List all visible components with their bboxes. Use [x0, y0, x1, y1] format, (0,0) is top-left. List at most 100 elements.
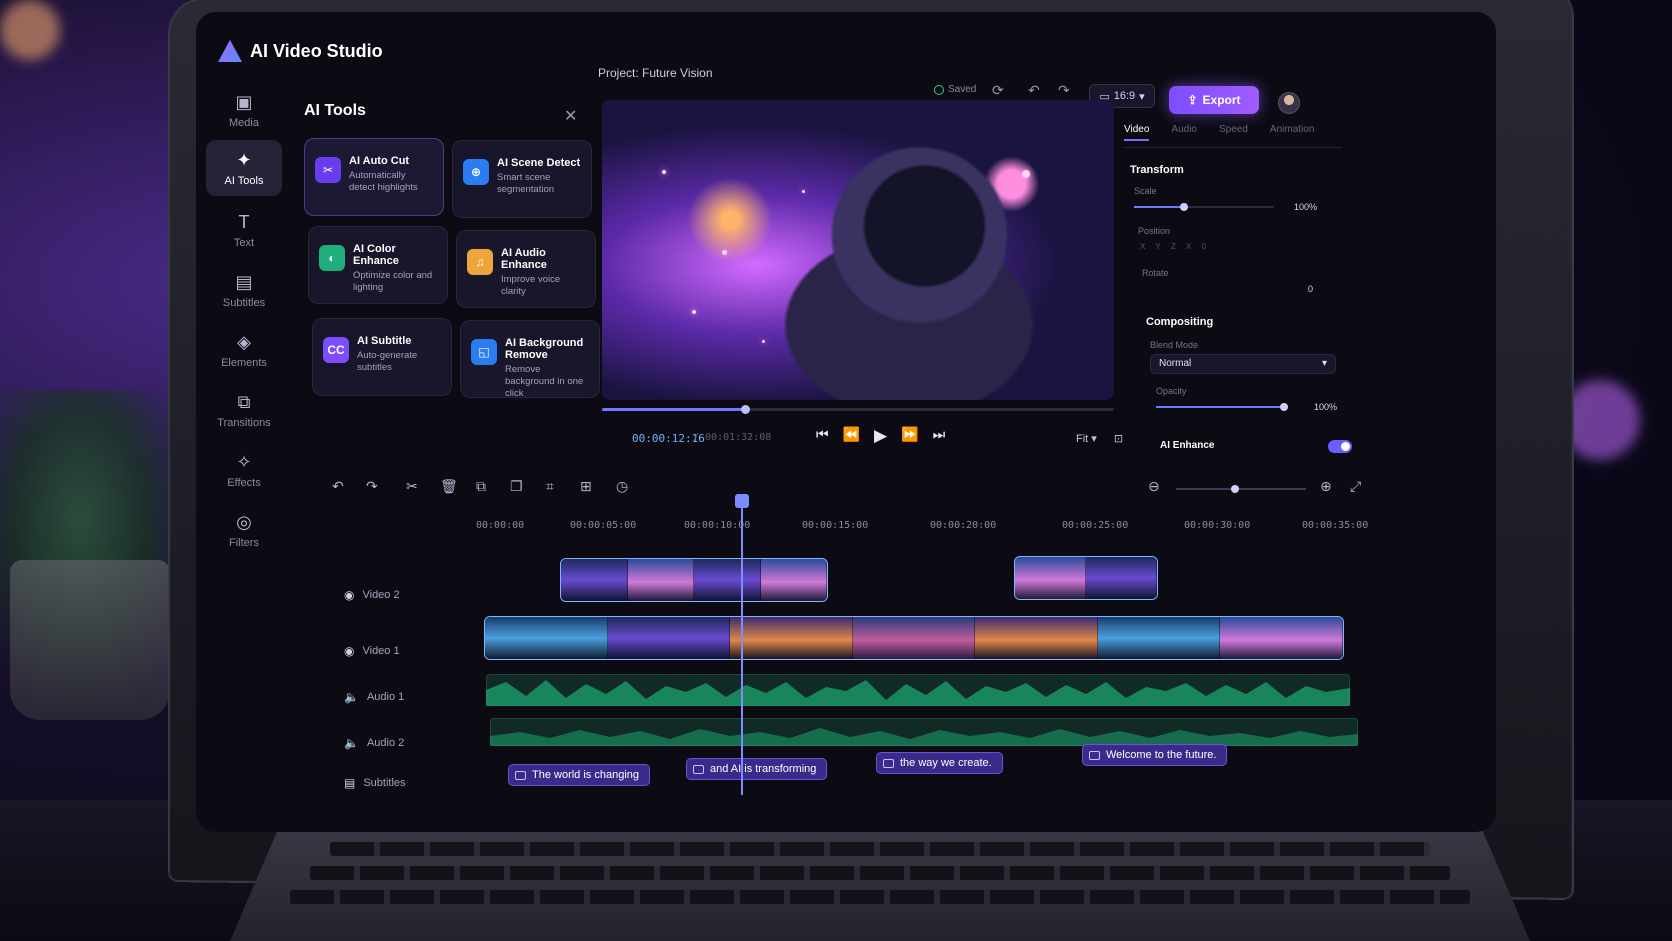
app-name: AI Video Studio [250, 40, 383, 61]
track-audio-2[interactable]: 🔈 Audio 2 [344, 736, 404, 750]
slider-knob[interactable] [1280, 403, 1288, 411]
speaker-icon[interactable]: 🔈 [344, 690, 359, 704]
properties-panel: Video Audio Speed Animation Transform Sc… [1124, 124, 1352, 464]
subtitle-chip[interactable]: and AI is transforming [686, 758, 828, 780]
speaker-icon[interactable]: 🔈 [344, 736, 359, 750]
zoom-out-icon[interactable]: ⊖ [1148, 478, 1160, 495]
transform-title: Transform [1130, 164, 1184, 176]
scale-value[interactable]: 100% [1294, 202, 1317, 212]
step-back-icon[interactable]: ⏪ [843, 426, 860, 446]
speed-icon[interactable]: ◷ [616, 478, 628, 495]
rail-item-effects[interactable]: ✧ Effects [206, 442, 282, 498]
clip-frame [852, 617, 976, 659]
sparkle [1022, 170, 1030, 178]
play-icon[interactable]: ▶ [874, 426, 887, 446]
close-icon[interactable]: ✕ [564, 106, 577, 126]
skip-end-icon[interactable]: ⏭ [933, 426, 946, 446]
bokeh-light [0, 0, 60, 60]
blend-mode-select[interactable]: Normal ▾ [1150, 354, 1336, 374]
tool-card-background-remove[interactable]: ◱ AI Background Remove Remove background… [460, 320, 600, 399]
tab-audio[interactable]: Audio [1171, 124, 1197, 141]
app-window: AI Video Studio Project: Future Vision S… [196, 12, 1496, 832]
saved-check-icon [934, 84, 944, 95]
track-audio-1[interactable]: 🔈 Audio 1 [344, 690, 404, 704]
fullscreen-icon[interactable]: ⊡ [1114, 433, 1123, 445]
ai-enhance-toggle[interactable] [1328, 440, 1352, 453]
redo-icon[interactable]: ↷ [366, 478, 378, 495]
panel-title: AI Tools [304, 102, 366, 119]
tool-card-scene-detect[interactable]: ⊕ AI Scene Detect Smart scene segmentati… [452, 140, 592, 218]
rail-item-subtitles[interactable]: ▤ Subtitles [206, 262, 282, 318]
tab-speed[interactable]: Speed [1219, 124, 1248, 141]
tab-animation[interactable]: Animation [1270, 124, 1314, 141]
fit-select[interactable]: Fit ▾ ⊡ [1076, 432, 1123, 445]
subtitle-chip[interactable]: The world is changing [508, 764, 651, 786]
timeline-zoom-slider[interactable] [1176, 485, 1306, 493]
video-preview[interactable] [602, 100, 1114, 400]
opacity-value[interactable]: 100% [1314, 402, 1337, 412]
track-label: Audio 2 [366, 737, 405, 749]
export-button[interactable]: ⇪ Export [1169, 86, 1259, 114]
audio-waveform[interactable] [490, 718, 1358, 746]
copy-icon[interactable]: ⧉ [476, 478, 486, 495]
elements-icon: ◈ [237, 331, 251, 352]
tool-card-color-enhance[interactable]: ◐ AI Color Enhance Optimize color and li… [308, 226, 448, 304]
subtitle-track-icon[interactable]: ▤ [344, 776, 355, 790]
track-video-2[interactable]: ◉ Video 2 [344, 588, 400, 602]
undo-icon[interactable]: ↶ [332, 478, 344, 495]
zoom-in-icon[interactable]: ⊕ [1320, 478, 1332, 495]
rail-item-text[interactable]: T Text [206, 202, 282, 258]
fit-label: Fit [1076, 433, 1089, 445]
rotate-value[interactable]: 0 [1308, 284, 1313, 294]
tool-card-subtitle[interactable]: CC AI Subtitle Auto-generate subtitles [312, 318, 452, 396]
rail-item-label: Elements [221, 356, 267, 369]
track-video-1[interactable]: ◉ Video 1 [344, 644, 400, 658]
opacity-slider[interactable] [1156, 403, 1288, 411]
playhead-handle[interactable] [735, 494, 749, 508]
rail-item-transitions[interactable]: ⧉ Transitions [206, 382, 282, 438]
subtitle-chip[interactable]: the way we create. [876, 752, 1003, 774]
position-axes[interactable]: X Y Z X 0 [1140, 242, 1210, 251]
rail-item-media[interactable]: ▣ Media [206, 82, 282, 138]
undo-icon[interactable]: ↶ [1028, 82, 1040, 99]
track-subtitles[interactable]: ▤ Subtitles [344, 776, 406, 790]
slider-knob[interactable] [1180, 203, 1188, 211]
chevron-down-icon: ▾ [1321, 358, 1327, 369]
video-clip[interactable] [560, 558, 828, 602]
audio-waveform[interactable] [486, 674, 1350, 706]
sparkle [722, 250, 727, 255]
user-avatar[interactable] [1278, 92, 1300, 114]
export-label: Export [1202, 93, 1241, 107]
playhead[interactable] [741, 497, 743, 795]
video-clip[interactable] [484, 616, 1344, 660]
fit-timeline-icon[interactable]: ⤢ [1350, 478, 1361, 495]
rail-item-ai-tools[interactable]: ✦ AI Tools [206, 140, 282, 196]
sync-icon[interactable]: ⟳ [992, 82, 1004, 99]
save-status: Saved [934, 84, 976, 95]
clip-frame [730, 617, 853, 659]
tool-card-audio-enhance[interactable]: ♫ AI Audio Enhance Improve voice clarity [456, 230, 596, 308]
skip-start-icon[interactable]: ⏮ [816, 426, 829, 446]
slider-knob[interactable] [1231, 485, 1239, 493]
rail-item-elements[interactable]: ◈ Elements [206, 322, 282, 378]
eye-icon[interactable]: ◉ [344, 644, 354, 658]
delete-icon[interactable]: 🗑 [440, 478, 458, 495]
scale-slider[interactable] [1134, 203, 1274, 211]
track-label: Subtitles [363, 777, 406, 789]
clip-frame [760, 559, 827, 601]
rail-item-filters[interactable]: ◎ Filters [206, 502, 282, 558]
eye-icon[interactable]: ◉ [344, 588, 354, 602]
progress-knob[interactable] [741, 405, 751, 414]
playback-progress[interactable] [602, 405, 1114, 414]
video-clip[interactable] [1014, 556, 1158, 600]
ruler-label: 00:00:20:00 [930, 520, 997, 531]
tool-card-auto-cut[interactable]: ✂ AI Auto Cut Automatically detect highl… [304, 138, 444, 216]
split-icon[interactable]: ✂ [406, 478, 418, 495]
step-forward-icon[interactable]: ⏩ [901, 426, 918, 446]
freeze-icon[interactable]: ⊞ [580, 478, 592, 495]
redo-icon[interactable]: ↷ [1058, 82, 1070, 99]
subtitle-chip[interactable]: Welcome to the future. [1082, 744, 1228, 766]
crop-icon[interactable]: ⌗ [546, 478, 554, 495]
tab-video[interactable]: Video [1124, 124, 1150, 141]
duplicate-icon[interactable]: ❐ [510, 478, 523, 495]
